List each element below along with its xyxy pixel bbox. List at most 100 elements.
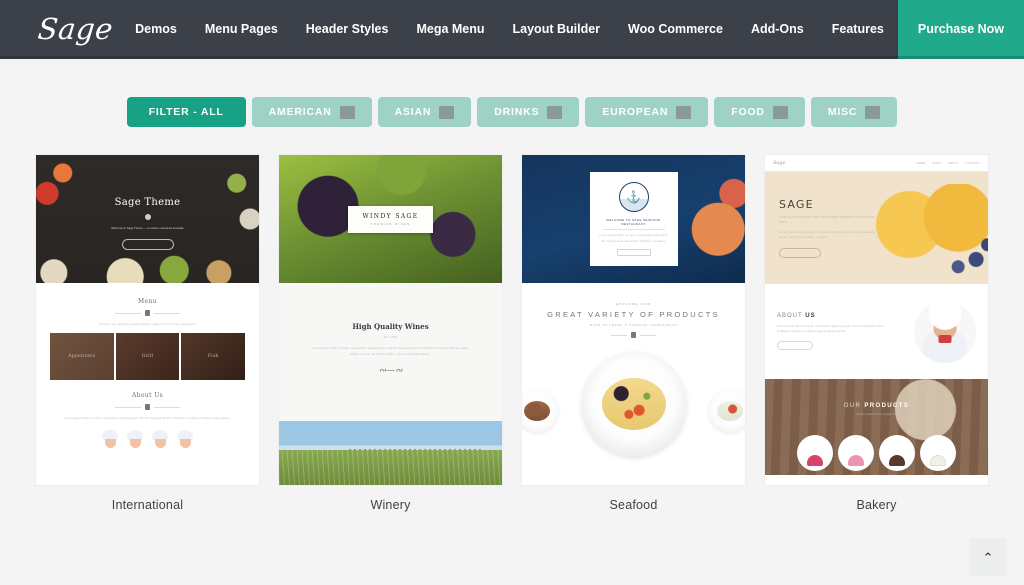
demo-filter-bar: FILTER - ALL AMERICAN ASIAN DRINKS EUROP… [0,59,1024,127]
mini-side-dish-left [522,390,558,432]
nav-item-add-ons[interactable]: Add-Ons [737,0,818,59]
mini-products-strong: PRODUCTS [864,403,910,409]
chef-icon [99,429,121,448]
demo-card-label: Seafood [609,498,658,512]
mini-nav-item: SHOP [932,161,942,165]
scroll-to-top-button[interactable]: ⌃ [970,539,1006,575]
demo-card-label: Winery [370,498,411,512]
mini-brand-sub: PREMIUM WINES [370,222,411,226]
mini-main-dish [581,352,686,456]
mini-about-text: Lorem ipsum dolor sit amet, consectetur … [64,417,231,421]
nav-item-demos[interactable]: Demos [121,0,191,59]
mini-nav-item: ABOUT [948,161,959,165]
mini-body-seafood: EXPLORE OUR GREAT VARIETY OF PRODUCTS MA… [522,284,745,485]
nav-item-layout-builder[interactable]: Layout Builder [499,0,615,59]
filter-count-badge [772,105,788,119]
mini-brand-title: WINDY SAGE [362,212,419,220]
filter-count-badge [547,105,563,119]
filter-misc-label: MISC [827,106,858,118]
nav-item-mega-menu[interactable]: Mega Menu [402,0,498,59]
mini-side-dish-right [709,390,745,432]
mini-brand-plate: WINDY SAGE PREMIUM WINES [348,205,433,233]
mini-tile-appetizers: Appetizers [50,333,114,381]
mini-hero-sub: A DELIGHTFUL BAKERY FOR YOUR SWEET MOMEN… [779,215,876,225]
filter-all[interactable]: FILTER - ALL [126,97,246,127]
mini-panel-title: WELCOME TO SAGE SEAFOOD RESTAURANT [606,218,661,227]
mini-dish-photos [522,352,745,464]
filter-european[interactable]: EUROPEAN [585,97,709,127]
mini-hero-title: Sage Theme [114,197,181,208]
nav-item-features[interactable]: Features [818,0,898,59]
mini-menu-tiles: Appetizers Grill Fish [36,327,259,381]
filter-count-badge [865,105,881,119]
mini-chef-illustrations [36,422,259,448]
mini-hero-bakery: SAGE A DELIGHTFUL BAKERY FOR YOUR SWEET … [765,172,988,284]
filter-asian-label: ASIAN [394,106,432,118]
chef-portrait-icon [914,300,976,363]
demo-card-international[interactable]: Sage Theme Welcome to Sage Theme — a mod… [35,154,260,512]
purchase-now-button[interactable]: Purchase Now [897,0,1024,59]
mini-subheading: MADE OF FRESH & PREMIUM INGREDIENTS [589,323,678,327]
divider-ornament-icon [36,404,259,411]
mini-about-title: About Us [131,392,164,400]
chef-icon [124,429,146,448]
nav-item-woo-commerce[interactable]: Woo Commerce [614,0,737,59]
mini-signature-icon: ∾—∾ [378,366,403,377]
mini-hero-copy: SAGE A DELIGHTFUL BAKERY FOR YOUR SWEET … [765,198,877,259]
nav-item-menu-pages[interactable]: Menu Pages [191,0,292,59]
demo-thumbnail-international[interactable]: Sage Theme Welcome to Sage Theme — a mod… [35,154,260,486]
cupcake-icon [920,435,956,472]
mini-vineyard-detail [279,450,502,485]
mini-tile-label: Fish [207,354,219,360]
demo-card-seafood[interactable]: ⚓ WELCOME TO SAGE SEAFOOD RESTAURANT Lor… [521,154,746,512]
mini-body-winery: High Quality Wines Est. 1908 Lorem ipsum… [279,284,502,421]
nav-item-header-styles[interactable]: Header Styles [292,0,403,59]
demo-card-bakery[interactable]: Sage HOME SHOP ABOUT CONTACT SAGE A DELI… [764,154,989,512]
mini-products-bakery: OUR PRODUCTS Freshly baked every single … [765,379,988,475]
mini-cupcake-row [765,435,988,472]
filter-food[interactable]: FOOD [714,97,805,127]
mini-landscape-photo [279,421,502,485]
filter-american-label: AMERICAN [268,106,332,118]
mini-header-bakery: Sage HOME SHOP ABOUT CONTACT [765,155,988,172]
demo-thumbnail-seafood[interactable]: ⚓ WELCOME TO SAGE SEAFOOD RESTAURANT Lor… [521,154,746,486]
filter-all-label: FILTER - ALL [148,106,224,118]
mini-panel-button [616,248,651,256]
mini-about-text: Lorem ipsum dolor sit amet, consectetur … [777,324,884,333]
mini-logo: Sage [773,160,786,166]
demo-card-label: International [111,498,184,512]
divider-ornament-icon [522,332,745,338]
mini-hero-winery: WINDY SAGE PREMIUM WINES [279,155,502,283]
filter-misc[interactable]: MISC [810,97,898,127]
filter-drinks[interactable]: DRINKS [477,97,580,127]
site-header: Sage Demos Menu Pages Header Styles Mega… [0,0,1024,59]
main-navigation: Demos Menu Pages Header Styles Mega Menu… [121,0,1024,59]
filter-count-badge [339,105,355,119]
anchor-icon: ⚓ [618,182,649,213]
mini-section-title: Menu [137,298,158,305]
mini-section-title: High Quality Wines [352,322,429,331]
mini-body-international: Menu Discover our carefully prepared dis… [36,284,259,485]
filter-drinks-label: DRINKS [494,106,540,118]
mini-about-copy: ABOUT US Lorem ipsum dolor sit amet, con… [777,313,888,351]
mini-hero-button [121,238,174,250]
cupcake-icon [797,435,833,472]
mini-hero-title: SAGE [779,197,814,211]
demo-thumbnail-bakery[interactable]: Sage HOME SHOP ABOUT CONTACT SAGE A DELI… [764,154,989,486]
filter-food-label: FOOD [731,106,765,118]
filter-asian[interactable]: ASIAN [377,97,472,127]
filter-american[interactable]: AMERICAN [251,97,372,127]
filter-count-badge [676,105,692,119]
divider-ornament-icon [36,310,259,316]
demo-thumbnail-winery[interactable]: WINDY SAGE PREMIUM WINES High Quality Wi… [278,154,503,486]
mini-panel-text: Lorem ipsum dolor sit amet, consectetur … [599,234,668,243]
mini-navigation: HOME SHOP ABOUT CONTACT [917,162,980,165]
demo-card-winery[interactable]: WINDY SAGE PREMIUM WINES High Quality Wi… [278,154,503,512]
mini-nav-item: CONTACT [965,161,980,165]
mini-nav-item: HOME [916,161,926,165]
site-logo[interactable]: Sage [36,12,114,46]
mini-tile-grill: Grill [115,333,180,381]
mini-kicker: EXPLORE OUR [616,302,651,306]
mini-about-bakery: ABOUT US Lorem ipsum dolor sit amet, con… [765,284,988,379]
header-shadow [0,56,1024,59]
